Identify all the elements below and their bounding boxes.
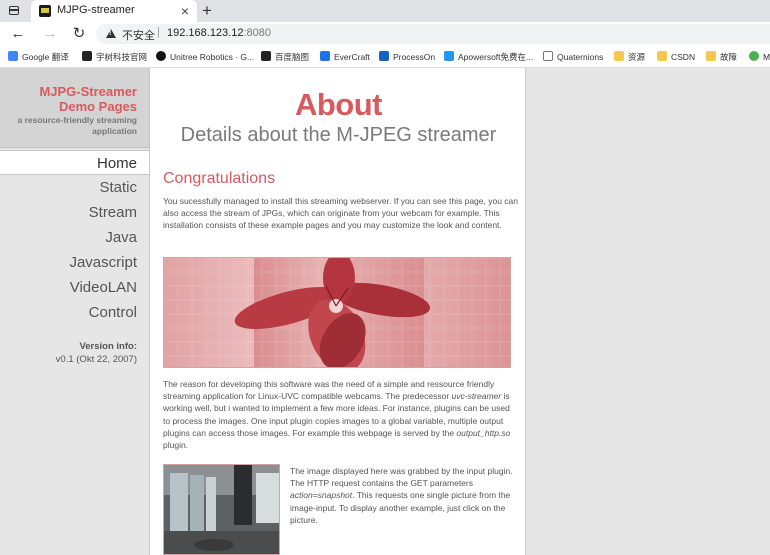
bookmark-baidu-naotu[interactable]: 百度脑图 [261,50,309,64]
warning-icon[interactable] [106,29,116,38]
bookmark-label: Google 翻译 [22,52,69,62]
address-bar[interactable]: 不安全 | 192.168.123.12:8080 [96,24,770,44]
web-page: MJPG-Streamer Demo Pages a resource-frie… [0,68,770,555]
unitree-icon [82,51,92,61]
tab-title: MJPG-streamer [57,4,135,16]
folder-icon [706,51,716,61]
apowersoft-icon [444,51,454,61]
bookmarks-bar: Google 翻译 宇树科技官网 Unitree Robotics · G...… [0,46,770,68]
bookmark-label: Quaternions [557,52,604,62]
site-favicon-icon [39,5,51,17]
uvc-streamer-term: uvc-streamer [451,391,502,402]
bookmark-apowersoft[interactable]: Apowersoft免费在... [444,50,533,64]
nav-home[interactable]: Home [0,150,149,175]
version-label: Version info: [79,341,137,352]
bookmark-label: M [763,52,770,62]
tab-bar: MJPG-streamer × + [0,0,770,22]
bookmark-processon[interactable]: ProcessOn [379,50,435,64]
reload-icon[interactable]: ↻ [69,24,89,44]
folder-icon [657,51,667,61]
nav-static[interactable]: Static [0,175,149,200]
address-port: :8080 [243,27,271,39]
browser-toolbar: ← → ↻ 不安全 | 192.168.123.12:8080 [0,22,770,46]
brand-title-line2: Demo Pages [58,99,137,114]
bookmark-quaternions[interactable]: Quaternions [543,50,603,64]
tab-actions-icon[interactable] [6,4,22,18]
bookmark-more[interactable]: M [749,50,770,64]
flower-illustration [164,258,510,367]
version-value: v0.1 (Okt 22, 2007) [55,354,137,365]
bookmark-evercraft[interactable]: EverCraft [320,50,370,64]
bookmark-label: 故障 [720,52,738,62]
processon-icon [379,51,389,61]
sidebar-header: MJPG-Streamer Demo Pages a resource-frie… [0,68,149,148]
bookmark-folder-faults[interactable]: 故障 [706,50,737,64]
bookmark-label: EverCraft [334,52,370,62]
action-snapshot-term: action=snapshot [290,490,353,501]
bookmark-label: Unitree Robotics · G... [170,52,255,62]
intro-paragraph: You sucessfully managed to install this … [163,196,518,231]
bookmark-label: ProcessOn [393,52,436,62]
bookmark-folder-resources[interactable]: 资源 [614,50,645,64]
bookmark-label: CSDN [671,52,696,62]
main-content: About Details about the M-JPEG streamer … [149,68,526,555]
reason-paragraph: The reason for developing this software … [163,378,518,451]
document-icon [543,51,553,61]
brand-subtitle: a resource-friendly streaming applicatio… [17,115,137,136]
bookmark-site-icon [749,51,759,61]
flower-banner-image [163,257,511,368]
google-translate-icon [8,51,18,61]
page-subtitle: Details about the M-JPEG streamer [180,124,497,146]
nav-stream[interactable]: Stream [0,200,149,225]
bookmark-label: 百度脑图 [275,52,310,62]
page-background-right [527,68,770,555]
new-tab-icon[interactable]: + [200,1,214,21]
snapshot-paragraph: The image displayed here was grabbed by … [290,465,516,526]
brand-title: MJPG-Streamer Demo Pages [39,84,137,114]
reason-text-a: The reason for developing this software … [163,379,495,402]
bookmark-label: Apowersoft免费在... [458,52,534,62]
bookmark-unitree-github[interactable]: Unitree Robotics · G... [156,50,254,64]
back-arrow-icon[interactable]: ← [8,24,28,44]
forward-arrow-icon[interactable]: → [40,24,60,44]
snapshot-text-a: The image displayed here was grabbed by … [290,466,513,489]
output-http-term: output_http.so [456,427,511,438]
nav-java[interactable]: Java [0,225,149,250]
tab-mjpg-streamer[interactable]: MJPG-streamer × [31,0,197,22]
address-host: 192.168.123.12 [167,27,244,39]
bookmark-label: 资源 [628,52,646,62]
evercraft-icon [320,51,330,61]
bookmark-folder-csdn[interactable]: CSDN [657,50,695,64]
sidebar: MJPG-Streamer Demo Pages a resource-frie… [0,68,149,555]
naotu-icon [261,51,271,61]
nav-javascript[interactable]: Javascript [0,250,149,275]
folder-icon [614,51,624,61]
reason-text-c: plugin. [163,440,189,451]
bookmark-label: 宇树科技官网 [96,52,148,62]
sidebar-nav: Home Static Stream Java Javascript Video… [0,150,149,325]
nav-control[interactable]: Control [0,300,149,325]
insecure-label[interactable]: 不安全 [122,27,155,43]
page-title: About [294,87,383,122]
snapshot-image [164,465,279,554]
webcam-snapshot[interactable] [163,464,280,555]
address-separator: | [157,26,160,38]
bookmark-google-translate[interactable]: Google 翻译 [8,50,69,64]
bookmark-unitree-site[interactable]: 宇树科技官网 [82,50,147,64]
brand-title-line1: MJPG-Streamer [39,84,137,99]
nav-videolan[interactable]: VideoLAN [0,275,149,300]
address-url[interactable]: 192.168.123.12:8080 [167,27,271,39]
congratulations-heading: Congratulations [163,170,276,187]
github-icon [156,51,166,61]
close-tab-icon[interactable]: × [181,2,189,20]
